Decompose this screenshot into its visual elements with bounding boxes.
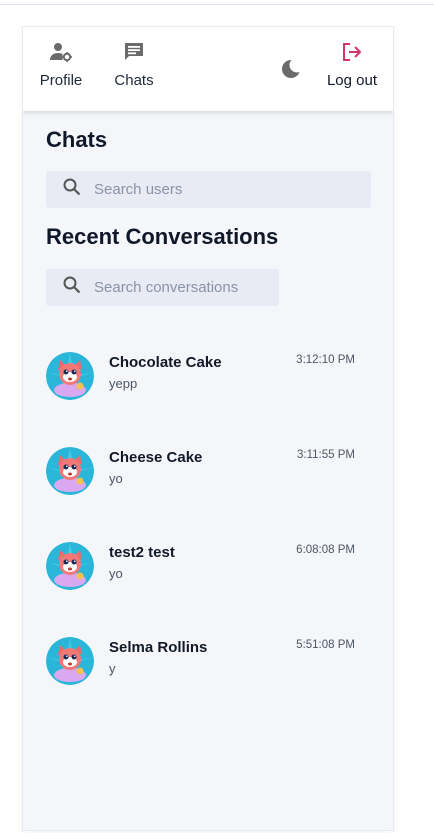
app-header: Profile Chats Log out	[23, 27, 393, 111]
chat-bubble-icon	[123, 41, 145, 68]
user-settings-icon	[49, 41, 73, 68]
conversation-item[interactable]: test2 test yo 6:08:08 PM	[23, 535, 393, 630]
conversation-time: 6:08:08 PM	[296, 544, 355, 556]
chats-label: Chats	[114, 72, 154, 89]
conversation-item[interactable]: Chocolate Cake yepp 3:12:10 PM	[23, 345, 393, 440]
browser-top-strip	[0, 0, 434, 5]
chats-button[interactable]: Chats	[113, 41, 155, 89]
conversation-name: test2 test	[109, 544, 175, 561]
logout-label: Log out	[326, 72, 378, 89]
conversation-last-message: yo	[109, 566, 123, 581]
search-conversations-box	[46, 269, 279, 306]
conversation-item[interactable]: Cheese Cake yo 3:11:55 PM	[23, 440, 393, 535]
avatar	[46, 447, 94, 495]
search-users-box	[46, 171, 371, 208]
conversation-name: Selma Rollins	[109, 639, 208, 656]
logout-button[interactable]: Log out	[325, 41, 379, 89]
search-users-input[interactable]	[92, 180, 356, 199]
avatar	[46, 637, 94, 685]
search-icon	[46, 178, 81, 201]
chats-title: Chats	[46, 127, 108, 152]
profile-label: Profile	[39, 72, 83, 89]
conversation-name: Chocolate Cake	[109, 354, 222, 371]
conversation-last-message: yepp	[109, 376, 138, 391]
search-conversations-input[interactable]	[92, 278, 279, 297]
conversation-item[interactable]: Selma Rollins y 5:51:08 PM	[23, 630, 393, 725]
avatar	[46, 542, 94, 590]
conversation-time: 5:51:08 PM	[296, 639, 355, 651]
avatar	[46, 352, 94, 400]
conversation-time: 3:11:55 PM	[297, 449, 355, 461]
conversation-name: Cheese Cake	[109, 449, 203, 466]
conversation-time: 3:12:10 PM	[296, 354, 355, 366]
theme-toggle-button[interactable]	[280, 57, 305, 81]
recent-conversations-title: Recent Conversations	[46, 224, 279, 249]
logout-icon	[340, 41, 364, 68]
profile-button[interactable]: Profile	[38, 41, 84, 89]
moon-icon	[280, 57, 305, 85]
conversation-list: Chocolate Cake yepp 3:12:10 PM Cheese Ca…	[23, 345, 393, 725]
chat-app-panel: Profile Chats Log out Chats Search users…	[23, 27, 393, 830]
conversation-last-message: y	[109, 661, 116, 676]
conversation-last-message: yo	[109, 471, 123, 486]
search-icon	[46, 276, 81, 299]
